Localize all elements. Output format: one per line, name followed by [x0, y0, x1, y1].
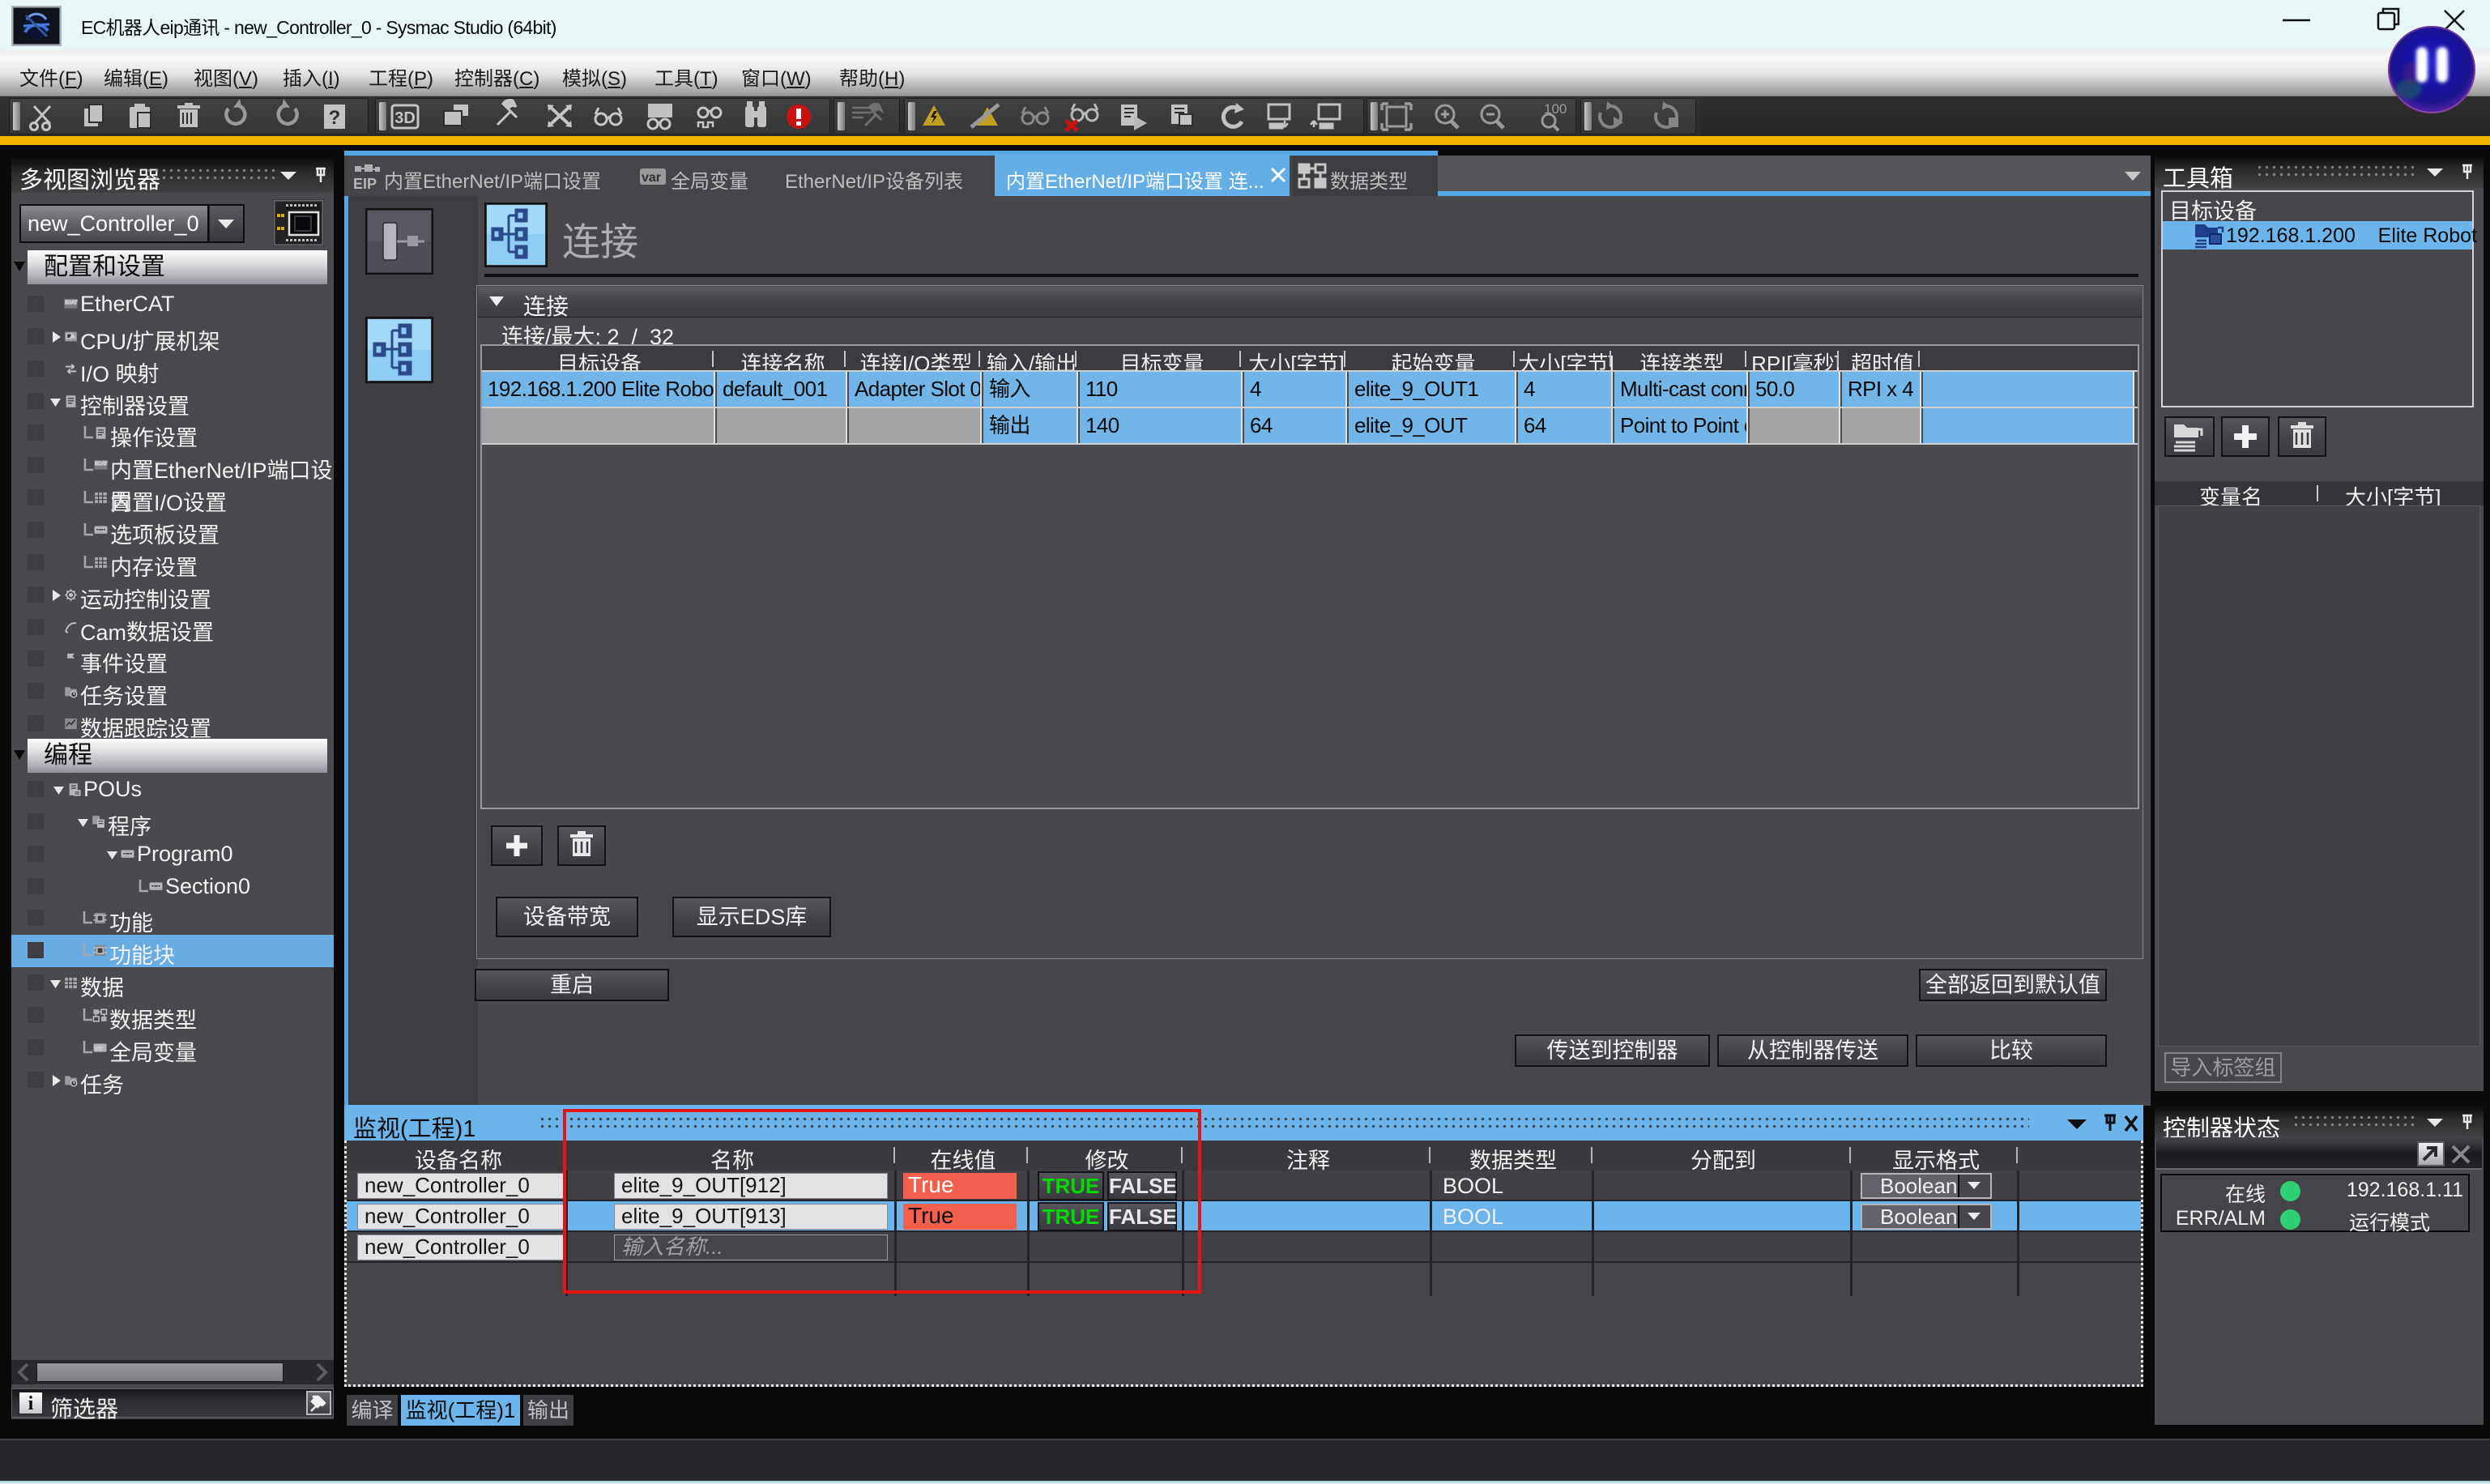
svg-text:ECAT: ECAT — [95, 462, 108, 467]
svg-text:var: var — [642, 171, 661, 185]
svg-text:ECAT: ECAT — [65, 301, 78, 305]
svg-text:3D: 3D — [394, 109, 416, 127]
svg-text:var: var — [95, 1044, 104, 1051]
svg-text:EIP: EIP — [353, 176, 377, 191]
svg-text:?: ? — [329, 107, 341, 129]
